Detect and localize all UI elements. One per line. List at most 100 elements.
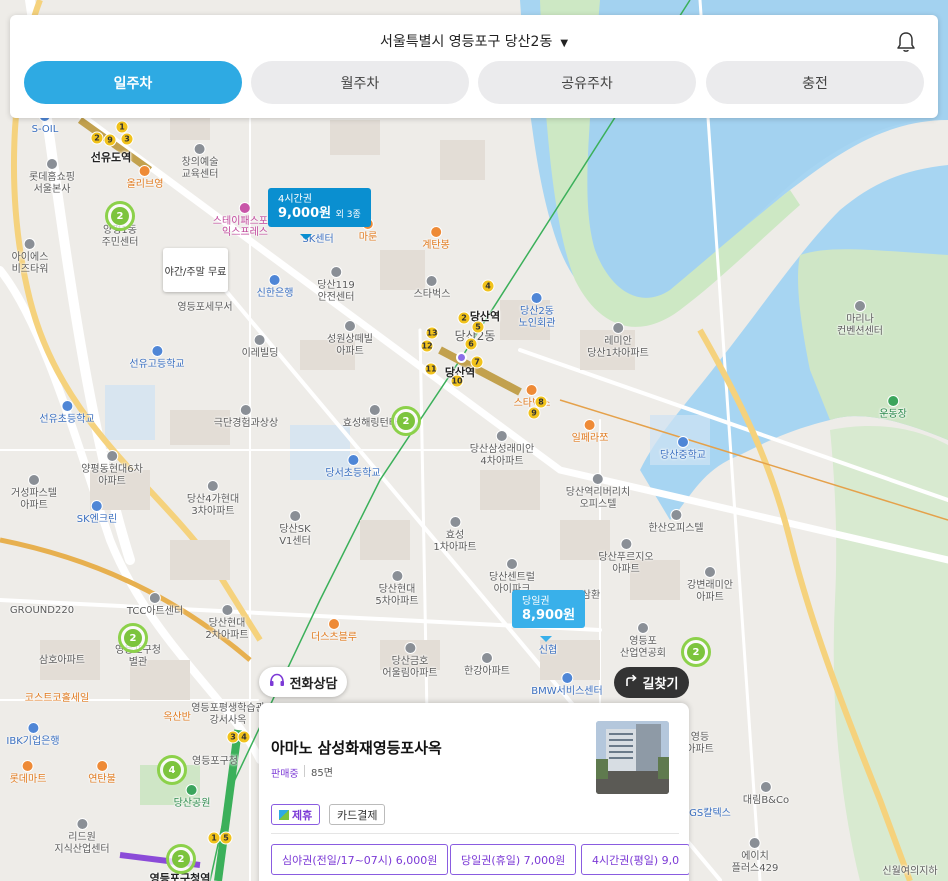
tab-monthly-parking[interactable]: 월주차 (251, 61, 469, 104)
poi-ground220: GROUND220 (9, 605, 75, 616)
apartment-icon (506, 558, 518, 570)
tab-daily-parking[interactable]: 일주차 (24, 61, 242, 104)
restaurant-icon (429, 226, 442, 238)
subway-exit-icon: 7 (470, 355, 484, 369)
price-tag-day[interactable]: 당일권 8,900원 (512, 590, 586, 628)
stadium-icon (886, 395, 899, 407)
poi-seonyudo-station[interactable]: 선유도역 (91, 152, 131, 164)
parking-cluster[interactable]: 2 (391, 406, 421, 436)
price-tag-price: 8,900원 (522, 608, 576, 623)
parking-cluster[interactable]: 4 (157, 755, 187, 785)
parking-cluster[interactable]: 2 (105, 201, 135, 231)
apartment-icon (403, 642, 416, 654)
subway-exit-icon: 13 (425, 326, 439, 340)
restaurant-icon (95, 760, 108, 772)
school-icon (150, 345, 163, 357)
partner-badge: 제휴 (271, 804, 321, 825)
poi-olive-young: 올리브영 (127, 165, 163, 191)
poi-sinwol: 신월여의지하 (882, 866, 938, 877)
poi-dangsan-park: 당산공원 (174, 784, 210, 810)
parking-lot-card[interactable]: 아마노 삼성화재영등포사옥 판매중 85면 제휴 카드결제 심야권(전일/17~… (259, 703, 689, 881)
apartment-icon (28, 474, 40, 486)
price-chip-night[interactable]: 심야권(전일/17~07시) 6,000원 (271, 844, 449, 875)
subway-exit-icon: 2 (90, 131, 104, 145)
apartment-icon (619, 538, 632, 550)
turn-right-arrow-icon (625, 674, 637, 691)
poi-dangsan-hyundai5: 당산현대 5차아파트 (375, 570, 419, 608)
building-icon (148, 592, 161, 604)
building-icon (46, 158, 58, 170)
subway-exit-icon: 4 (237, 730, 251, 744)
poi-mariana: 마리나 컨벤션센터 (837, 300, 883, 338)
price-tag-title: 당일권 (522, 596, 550, 607)
price-tag-extra: 외 3종 (335, 210, 361, 220)
car-service-icon (560, 672, 573, 684)
poi-ex-press: 익스프레스 (222, 227, 268, 238)
bank-icon (269, 274, 281, 286)
building-icon (24, 238, 36, 250)
poi-shinhyeop: 신협 (538, 645, 558, 656)
poi-ies: 아이에스 비즈타워 (12, 238, 48, 276)
poi-daerim: 대림B&Co (743, 781, 789, 807)
price-tag-four-hour[interactable]: 4시간권 9,000원 외 3종 (268, 188, 371, 227)
bell-icon[interactable] (896, 31, 916, 53)
poi-yangpyeong-hyundai: 양평동현대6차 아파트 (81, 450, 143, 488)
building-icon (75, 818, 88, 830)
location-selector[interactable]: 서울특별시 영등포구 당산2동 ▼ (10, 31, 938, 51)
tab-charging[interactable]: 충전 (706, 61, 924, 104)
building-icon (288, 510, 301, 522)
card-payment-badge: 카드결제 (329, 804, 386, 825)
phone-consult-button[interactable]: 전화상담 (259, 667, 347, 697)
building-icon (637, 622, 649, 634)
poi-hyoseong-1: 효성 1차아파트 (433, 516, 477, 554)
poi-eremilding: 이레빌딩 (242, 334, 278, 360)
subway-exit-icon: 9 (527, 406, 541, 420)
community-icon (531, 292, 543, 304)
school-icon (60, 400, 73, 412)
building-icon (369, 404, 381, 416)
parking-cluster[interactable]: 2 (118, 623, 148, 653)
poi-yd-tax: 영등포세무서 (177, 302, 233, 313)
restaurant-icon (584, 419, 596, 431)
poi-yd-industry: 영등포 산업연공회 (620, 622, 666, 660)
poi-geoseong: 거성파스텔 아파트 (11, 474, 57, 512)
building-icon (669, 509, 682, 521)
apartment-icon (390, 570, 403, 582)
tab-shared-parking[interactable]: 공유주차 (478, 61, 696, 104)
top-header: 서울특별시 영등포구 당산2동 ▼ 일주차 월주차 공유주차 충전 (10, 15, 938, 118)
price-chip-weekday[interactable]: 4시간권(평일) 9,0 (581, 844, 689, 875)
building-icon (749, 837, 761, 849)
subway-exit-icon: 2 (457, 311, 471, 325)
poi-sangsaeng-remian: 당산삼성래미안 4차아파트 (470, 430, 534, 468)
apartment-icon (220, 604, 233, 616)
parking-lot-photo[interactable] (596, 721, 669, 794)
poi-dangsan-geumho: 당산금호 어울림아파트 (382, 642, 438, 680)
apartment-icon (448, 516, 461, 528)
school-icon (194, 143, 206, 155)
free-note-text: 야간/주말 무료 (164, 266, 227, 278)
poi-yd-library: 영등포평생학습관 강서사옥 (191, 703, 265, 726)
parking-cluster[interactable]: 2 (166, 844, 196, 874)
price-chip-holiday[interactable]: 당일권(휴일) 7,000원 (450, 844, 577, 875)
poi-lotte-mart: 롯데마트 (10, 760, 46, 786)
free-parking-note[interactable]: 야간/주말 무료 (163, 248, 228, 292)
parking-cluster[interactable]: 2 (681, 637, 711, 667)
subway-exit-icon: 10 (450, 374, 464, 388)
poi-yd-gucheong-station[interactable]: 영등포구청역 (150, 873, 211, 881)
poi-lead-center: 리드원 지식산업센터 (54, 818, 110, 856)
school-icon (346, 454, 359, 466)
directions-button[interactable]: 길찾기 (614, 667, 689, 698)
partner-badge-label: 제휴 (292, 808, 313, 822)
park-icon (186, 784, 198, 796)
cafe-icon (426, 275, 438, 287)
poi-hansan-office: 한산오피스텔 (648, 509, 704, 535)
poi-yd-gucheong: 영등포구청 (192, 756, 238, 767)
poi-sk-encrean: SK엔크린 (77, 500, 117, 526)
poi-dangsan-hyundai2: 당산현대 2차아파트 (205, 604, 249, 642)
price-tag-title: 4시간권 (278, 194, 312, 205)
tab-label: 월주차 (340, 75, 380, 92)
poi-dangsan4-hyundai: 당산4가현대 3차아파트 (187, 480, 239, 518)
poi-puruji: 당산푸르지오 아파트 (598, 538, 654, 576)
location-text: 서울특별시 영등포구 당산2동 (379, 34, 553, 50)
apartment-icon (106, 450, 118, 462)
